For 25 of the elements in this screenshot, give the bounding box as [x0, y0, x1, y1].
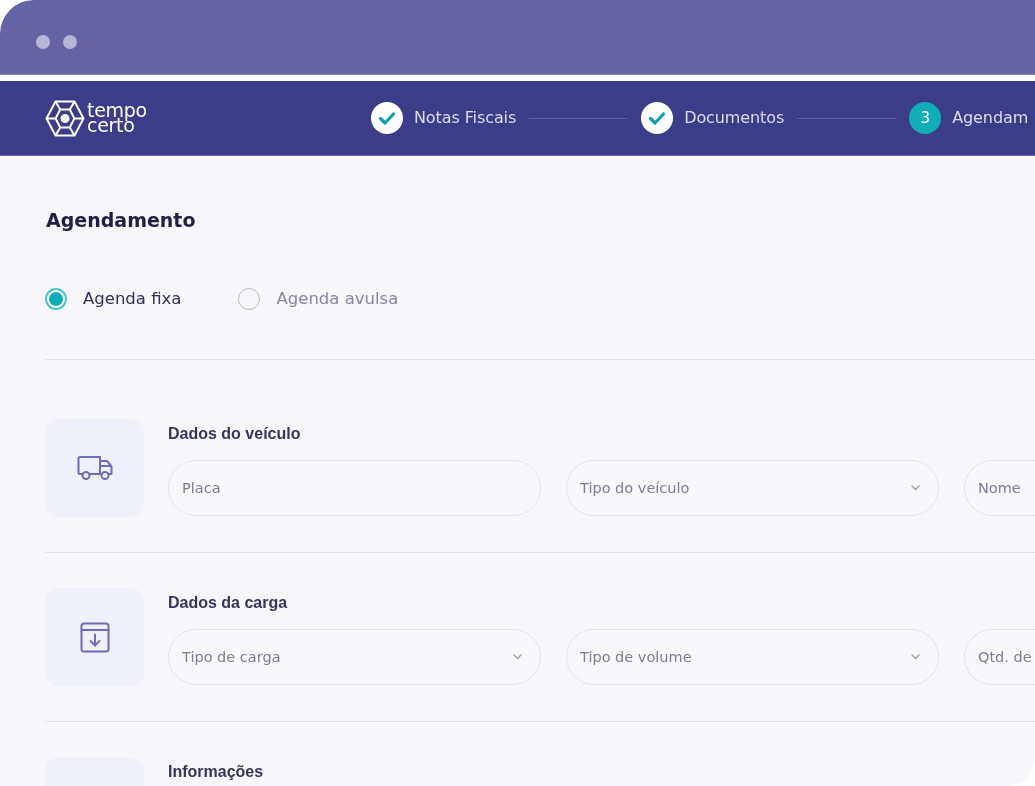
section-title: Informações	[168, 762, 264, 782]
box-arrow-down-icon	[79, 621, 110, 653]
dropdown-field[interactable]: Tipo de carga	[168, 629, 541, 685]
dropdown-field[interactable]: Tipo de volume	[566, 629, 939, 685]
section-title: Dados da carga	[168, 593, 288, 613]
hexagon-logo-icon	[45, 99, 85, 137]
radio-label[interactable]: Agenda fixa	[83, 288, 182, 310]
input-field[interactable]: Nome	[964, 460, 1035, 516]
section-title: Dados do veículo	[168, 424, 301, 444]
window-dot-icon[interactable]	[36, 34, 50, 49]
logo-text: tempo certo	[87, 103, 147, 133]
step-label: Agendam	[952, 108, 1029, 128]
chevron-down-icon	[911, 485, 920, 491]
page-title: Agendamento	[46, 208, 196, 232]
chevron-down-icon	[513, 654, 522, 660]
step-label: Notas Fiscais	[414, 108, 517, 128]
step-number: 3	[909, 102, 942, 134]
dropdown-field[interactable]: Tipo do veículo	[566, 460, 939, 516]
truck-icon	[76, 455, 113, 481]
chevron-down-icon	[911, 654, 920, 660]
step-label: Documentos	[684, 108, 785, 128]
input-field[interactable]: Qtd. de	[964, 629, 1035, 685]
radio-button[interactable]	[45, 288, 67, 310]
window-dot-icon[interactable]	[63, 34, 77, 49]
input-field[interactable]: Placa	[168, 460, 541, 516]
